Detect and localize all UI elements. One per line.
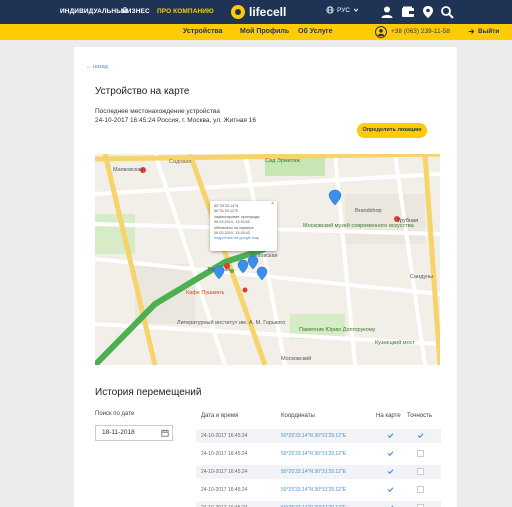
on-map-check-icon[interactable] — [387, 486, 394, 493]
page-title: Устройство на карте — [95, 86, 190, 97]
subnav-devices[interactable]: Устройства — [183, 28, 223, 35]
map-location-popup: 50°25'33.14"N 30°31'29.12"E зафиксирован… — [210, 201, 277, 251]
globe-icon — [326, 6, 334, 14]
nav-individual[interactable]: ИНДИВИДУАЛЬНЫЙ — [60, 8, 127, 15]
map-label-sadovaya: Садовая — [169, 159, 191, 165]
chevron-down-icon — [353, 8, 359, 12]
logout-button[interactable]: Выйти — [468, 28, 499, 35]
user-icon[interactable] — [380, 5, 394, 19]
subnav-about-service[interactable]: Об Услуге — [298, 28, 333, 35]
table-row[interactable]: 24-10-2017 16:45:2450°25'33.14"N 30°31'2… — [196, 501, 441, 507]
on-map-check-icon[interactable] — [387, 432, 394, 439]
map-label-moskovsky: Московский — [281, 355, 311, 362]
top-navigation-bar: ИНДИВИДУАЛЬНЫЙ БИЗНЕС ПРО КОМПАНИЮ lifec… — [0, 0, 512, 24]
popup-close-icon[interactable]: × — [271, 201, 274, 207]
location-icon[interactable] — [421, 5, 435, 19]
map-label-kuznetsky-most: Кузнецкий мост — [375, 339, 415, 346]
history-title: История перемещений — [95, 387, 202, 398]
on-map-check-icon[interactable] — [387, 450, 394, 457]
row-datetime: 24-10-2017 16:45:24 — [201, 469, 248, 475]
map-canvas: Маяковская Садовая Сад Эрмитаж Московски… — [95, 154, 440, 365]
locate-device-button[interactable]: Определить локацию — [357, 123, 427, 138]
table-row[interactable]: 24-10-2017 16:45:24 50°25'33.14"N 30°31'2… — [196, 429, 441, 443]
date-search-label: Поиск по дате — [95, 411, 135, 417]
accuracy-checkbox[interactable] — [417, 450, 424, 457]
row-coordinates-link[interactable]: 50°25'33.14"N 30°31'29.12"E — [281, 469, 346, 475]
nav-business[interactable]: БИЗНЕС — [122, 8, 150, 15]
column-header-coordinates: Координаты — [281, 413, 315, 419]
last-location-value: 24-10-2017 16:45:24 Россия, г. Москва, у… — [95, 117, 256, 124]
row-coordinates-link[interactable]: 50°25'33.14"N 30°31'29.12"E — [281, 487, 346, 493]
map-label-cafe-pushkin: Кафе Пушкинъ — [186, 290, 225, 296]
table-row[interactable]: 24-10-2017 16:45:24 50°25'33.14"N 30°31'2… — [196, 465, 441, 479]
column-header-accuracy: Точность — [407, 413, 433, 419]
row-coordinates-link[interactable]: 50°25'33.14"N 30°31'29.12"E — [281, 433, 346, 439]
popup-google-maps-link[interactable]: подробнее на google.map — [214, 236, 273, 241]
device-map[interactable]: Маяковская Садовая Сад Эрмитаж Московски… — [95, 154, 440, 365]
language-selector[interactable]: РУС — [326, 6, 359, 14]
table-row[interactable]: 24-10-2017 16:45:24 50°25'33.14"N 30°31'2… — [196, 447, 441, 461]
language-label: РУС — [337, 6, 351, 14]
accuracy-check-icon[interactable] — [417, 432, 424, 439]
accuracy-checkbox[interactable] — [417, 486, 424, 493]
search-icon[interactable] — [440, 5, 454, 19]
map-label-literary-institute: Литературный институт им. А. М. Горького — [177, 319, 285, 326]
map-label-trubnaya: Трубная — [397, 218, 418, 224]
back-label: назад — [93, 64, 108, 70]
map-label-mayakovskaya: Маяковская — [113, 167, 143, 173]
back-link[interactable]: ← назад — [86, 64, 108, 70]
account-avatar-icon[interactable] — [375, 26, 387, 38]
logout-icon — [468, 29, 475, 34]
map-label-ermitazh: Сад Эрмитаж — [265, 158, 300, 164]
row-coordinates-link[interactable]: 50°25'33.14"N 30°31'29.12"E — [281, 451, 346, 457]
subnav-my-profile[interactable]: Мой Профиль — [240, 28, 289, 35]
device-location-card: ← назад Устройство на карте Последнее ме… — [74, 47, 457, 507]
calendar-icon[interactable] — [161, 429, 169, 437]
device-dot-icon — [230, 269, 234, 273]
column-header-datetime: Дата и время — [201, 413, 239, 419]
logo-mark-icon — [231, 5, 245, 19]
account-phone-number: +38 (063) 239-11-58 — [391, 28, 450, 35]
logout-label: Выйти — [478, 28, 500, 35]
on-map-check-icon[interactable] — [387, 468, 394, 475]
last-location-label: Последнее местонахождение устройства — [95, 108, 220, 115]
location-pin-icon[interactable] — [247, 255, 259, 270]
wallet-icon[interactable] — [401, 5, 415, 19]
location-pin-icon[interactable] — [213, 265, 225, 280]
row-datetime: 24-10-2017 16:45:24 — [201, 487, 248, 493]
location-pin-icon[interactable] — [237, 259, 249, 274]
lifecell-logo[interactable]: lifecell — [231, 3, 286, 21]
row-datetime: 24-10-2017 16:45:24 — [201, 433, 248, 439]
column-header-on-map: На карте — [376, 413, 401, 419]
arrow-left-icon: ← — [86, 64, 92, 70]
row-datetime: 24-10-2017 16:45:24 — [201, 451, 248, 457]
map-label-brandshop: Brandshop — [355, 208, 382, 214]
nav-about-company[interactable]: ПРО КОМПАНИЮ — [157, 8, 214, 15]
map-label-sanduny: Сандуны — [410, 274, 433, 280]
table-row[interactable]: 24-10-2017 16:45:24 50°25'33.14"N 30°31'2… — [196, 483, 441, 497]
account-subbar: Устройства Мой Профиль Об Услуге +38 (06… — [0, 24, 512, 40]
accuracy-checkbox[interactable] — [417, 468, 424, 475]
map-label-dolgoruky-monument: Памятник Юрию Долгорукому — [299, 327, 376, 333]
logo-text: lifecell — [249, 5, 287, 19]
